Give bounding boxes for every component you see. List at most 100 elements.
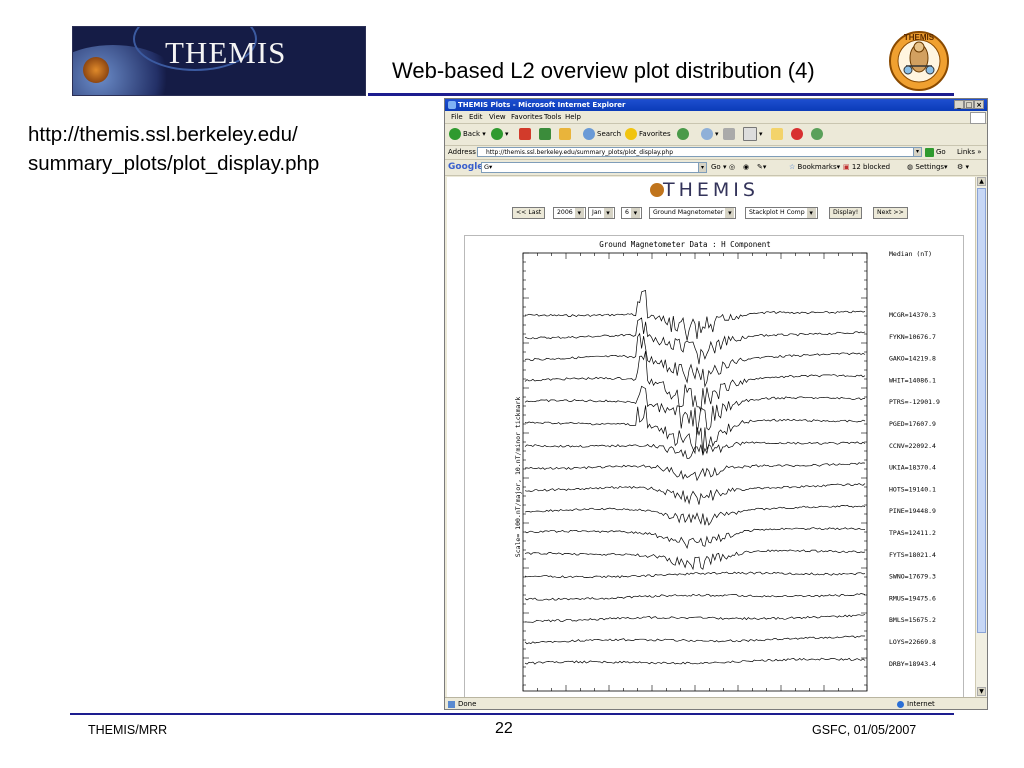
menu-view[interactable]: View xyxy=(489,111,506,123)
scroll-up-arrow[interactable]: ▲ xyxy=(977,177,986,186)
stop-button[interactable] xyxy=(519,127,533,141)
toolbar: Back ▾ ▾ Search Favorites ▾ ▾ xyxy=(445,123,987,146)
footer-left: THEMIS/MRR xyxy=(88,723,168,737)
google-search-input[interactable]: G▾ xyxy=(481,162,701,173)
series-label: PINE=19448.9 xyxy=(889,507,936,515)
home-button[interactable] xyxy=(559,127,573,141)
series-line xyxy=(524,571,866,579)
page-number: 22 xyxy=(495,720,513,737)
search-label: Search xyxy=(597,130,622,138)
series-line xyxy=(524,483,866,505)
display-button[interactable]: Display! xyxy=(829,207,863,219)
series-label: FYTS=18021.4 xyxy=(889,551,936,559)
series-line xyxy=(524,549,866,571)
go-button[interactable]: Go xyxy=(925,145,946,159)
series-line xyxy=(524,635,865,645)
forward-button[interactable]: ▾ xyxy=(491,127,509,141)
series-label: RMUS=19475.6 xyxy=(889,594,936,602)
links-label: Links xyxy=(957,148,975,156)
extra-tool-button[interactable]: ⚙ ▾ xyxy=(957,160,969,175)
series-label: TPAS=12411.2 xyxy=(889,529,936,537)
media-button[interactable]: ▾ xyxy=(701,127,719,141)
series-label: SWNO=17679.3 xyxy=(889,573,936,581)
page-done-icon xyxy=(448,701,455,708)
stop-icon xyxy=(519,128,531,140)
home-icon xyxy=(559,128,571,140)
search-button[interactable]: Search xyxy=(583,127,621,141)
edit-button[interactable]: ▾ xyxy=(743,127,763,141)
google-toolbar: Google G▾ ▾ Go ▾ ◎ ◉ ✎▾ ☆ Bookmarks▾ ▣ 1… xyxy=(445,160,987,176)
google-news-icon[interactable]: ◎ xyxy=(729,160,735,175)
month-select[interactable]: Jan xyxy=(588,207,615,219)
bookmark-star-icon: ☆ xyxy=(789,163,796,171)
chart-title: Ground Magnetometer Data : H Component xyxy=(599,240,771,249)
series-line xyxy=(524,350,866,412)
bookmarks-button[interactable]: ☆ Bookmarks▾ xyxy=(789,160,840,175)
zone-text: Internet xyxy=(907,700,935,708)
instrument-select[interactable]: Ground Magnetometer xyxy=(649,207,737,219)
menu-edit[interactable]: Edit xyxy=(469,111,483,123)
address-dropdown[interactable]: ▾ xyxy=(913,147,922,157)
address-value: http://themis.ssl.berkeley.edu/summary_p… xyxy=(486,149,674,156)
print-icon xyxy=(723,128,735,140)
google-go-label: Go xyxy=(711,163,721,171)
series-label: PTRS=-12901.9 xyxy=(889,398,940,406)
google-go-button[interactable]: Go ▾ xyxy=(711,160,726,175)
links-button[interactable]: Links » xyxy=(957,145,982,159)
discuss-button[interactable] xyxy=(811,127,825,141)
status-text: Done xyxy=(458,700,477,708)
themis-mascot-logo: THEMIS xyxy=(884,30,954,92)
menu-favorites[interactable]: Favorites xyxy=(511,111,543,123)
close-button[interactable]: × xyxy=(974,100,984,109)
footer-rule xyxy=(70,713,954,715)
series-line xyxy=(524,593,866,601)
vertical-scrollbar[interactable]: ▲ ▼ xyxy=(975,177,987,697)
mascot-text: THEMIS xyxy=(904,33,935,42)
google-dropdown[interactable]: ▾ xyxy=(698,162,707,173)
banner-logo-text: THEMIS xyxy=(165,35,287,70)
menu-tools[interactable]: Tools xyxy=(544,111,561,123)
series-label: WHIT=14086.1 xyxy=(889,376,936,384)
series-line xyxy=(524,504,866,526)
refresh-button[interactable] xyxy=(539,127,553,141)
series-label: HOTS=19140.1 xyxy=(889,485,936,493)
footer-right: GSFC, 01/05/2007 xyxy=(812,723,917,737)
history-button[interactable] xyxy=(677,127,691,141)
series-line xyxy=(524,657,866,665)
pagerank-icon[interactable]: ✎▾ xyxy=(757,160,766,175)
browser-titlebar[interactable]: THEMIS Plots - Microsoft Internet Explor… xyxy=(445,99,987,111)
slide-title: Web-based L2 overview plot distribution … xyxy=(392,58,815,83)
year-select[interactable]: 2006 xyxy=(553,207,586,219)
popup-blocked-button[interactable]: ▣ 12 blocked xyxy=(843,160,890,175)
maximize-button[interactable]: □ xyxy=(964,100,974,109)
next-button[interactable]: Next >> xyxy=(873,207,908,219)
settings-icon: ◍ xyxy=(907,163,914,171)
folder-icon xyxy=(771,128,783,140)
minimize-button[interactable]: _ xyxy=(954,100,964,109)
edit-icon xyxy=(743,127,757,141)
print-button[interactable] xyxy=(723,127,737,141)
search-icon xyxy=(583,128,595,140)
series-label: DRBY=18943.4 xyxy=(889,660,936,668)
day-select[interactable]: 6 xyxy=(621,207,642,219)
settings-button[interactable]: ◍ Settings▾ xyxy=(907,160,948,175)
menu-help[interactable]: Help xyxy=(565,111,581,123)
scroll-thumb[interactable] xyxy=(977,188,986,633)
url-line-1: http://themis.ssl.berkeley.edu/ xyxy=(28,123,298,146)
favorites-button[interactable]: Favorites xyxy=(625,127,671,141)
back-label: Back xyxy=(463,130,480,138)
messenger-button[interactable] xyxy=(791,127,805,141)
series-labels: MCGR=14370.3 FYKN=10676.7 GAKO=14219.8 WHIT… xyxy=(889,311,940,668)
y-axis-label: Scale= 100.nT/major, 10.nT/minor tickmar… xyxy=(514,397,522,558)
plot-type-select[interactable]: Stackplot H Comp xyxy=(745,207,818,219)
page-content: THEMIS << Last 2006 Jan 6 Ground Magneto… xyxy=(447,177,975,697)
folder-button[interactable] xyxy=(771,127,785,141)
google-icon[interactable]: ◉ xyxy=(743,160,749,175)
go-label: Go xyxy=(936,148,946,156)
scroll-down-arrow[interactable]: ▼ xyxy=(977,687,986,696)
menu-file[interactable]: File xyxy=(451,111,463,123)
address-input[interactable]: http://themis.ssl.berkeley.edu/summary_p… xyxy=(477,147,915,157)
back-button[interactable]: Back ▾ xyxy=(449,127,486,141)
last-button[interactable]: << Last xyxy=(512,207,546,219)
media-icon xyxy=(701,128,713,140)
